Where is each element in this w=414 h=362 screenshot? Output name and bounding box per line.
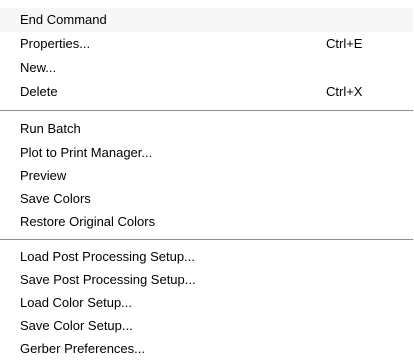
menu-item-label: Save Color Setup...: [20, 318, 133, 333]
menu-item-label: Restore Original Colors: [20, 214, 156, 229]
menu-item-label: Plot to Print Manager...: [20, 145, 153, 160]
menu-item-end-command[interactable]: End Command: [0, 8, 413, 32]
menu-item-shortcut: Ctrl+E: [326, 36, 363, 51]
menu-item-properties[interactable]: Properties... Ctrl+E: [0, 32, 413, 56]
menu-item-save-colors[interactable]: Save Colors: [0, 187, 413, 211]
menu-item-label: Run Batch: [20, 121, 81, 136]
menu-item-label: End Command: [20, 12, 107, 27]
menu-item-shortcut: Ctrl+X: [326, 84, 363, 99]
menu-item-label: Properties...: [20, 36, 91, 51]
menu-item-label: Save Colors: [20, 191, 91, 206]
menu-item-label: Load Color Setup...: [20, 295, 133, 310]
menu-item-load-post-processing-setup[interactable]: Load Post Processing Setup...: [0, 245, 413, 269]
menu-separator: [0, 110, 413, 112]
menu-item-save-color-setup[interactable]: Save Color Setup...: [0, 314, 413, 338]
menu-item-label: Load Post Processing Setup...: [20, 249, 195, 264]
menu-item-preview[interactable]: Preview: [0, 164, 413, 188]
menu-item-gerber-preferences[interactable]: Gerber Preferences...: [0, 337, 413, 361]
menu-item-restore-original-colors[interactable]: Restore Original Colors: [0, 210, 413, 234]
menu-item-plot-to-print-manager[interactable]: Plot to Print Manager...: [0, 141, 413, 165]
context-menu: End Command Properties... Ctrl+E New... …: [0, 0, 413, 362]
menu-item-label: Save Post Processing Setup...: [20, 272, 196, 287]
menu-item-delete[interactable]: Delete Ctrl+X: [0, 80, 413, 104]
menu-item-label: Delete: [20, 84, 58, 99]
menu-separator: [0, 239, 413, 241]
menu-item-save-post-processing-setup[interactable]: Save Post Processing Setup...: [0, 268, 413, 292]
menu-item-new[interactable]: New...: [0, 56, 413, 80]
menu-item-label: Preview: [20, 168, 67, 183]
menu-item-load-color-setup[interactable]: Load Color Setup...: [0, 291, 413, 315]
menu-item-run-batch[interactable]: Run Batch: [0, 117, 413, 141]
menu-item-label: New...: [20, 60, 57, 75]
menu-item-label: Gerber Preferences...: [20, 341, 145, 356]
